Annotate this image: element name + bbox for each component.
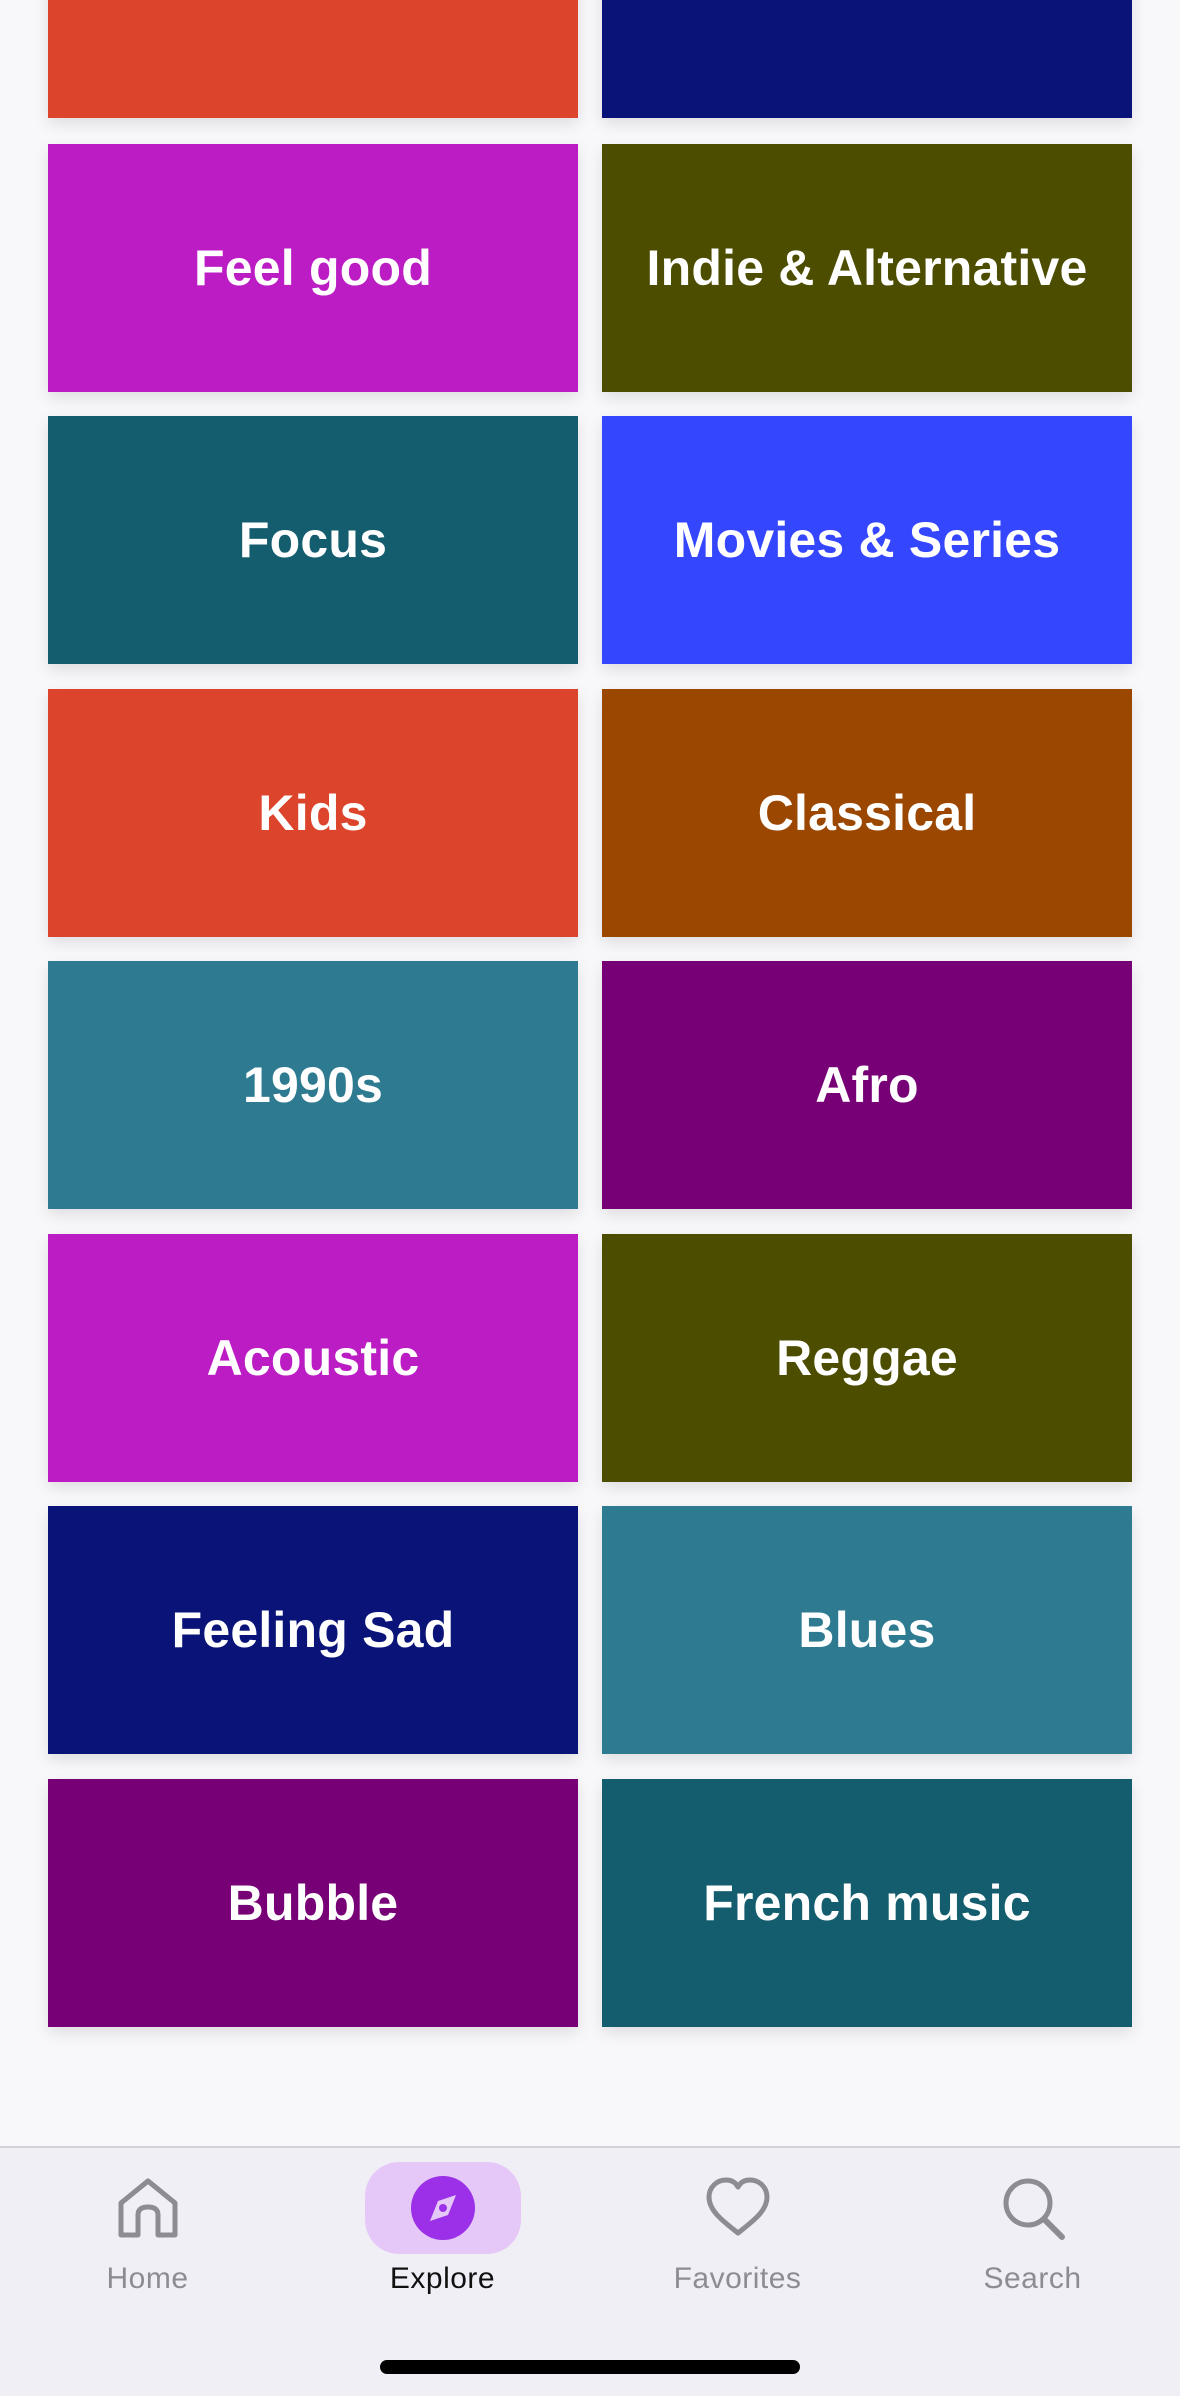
genre-tile-bubble[interactable]: Bubble [48,1779,578,2027]
genre-tile-label: Feel good [194,240,432,296]
genre-tile-feeling-sad[interactable]: Feeling Sad [48,1506,578,1754]
home-indicator [380,2360,800,2374]
genre-tile-french-music[interactable]: French music [602,1779,1132,2027]
genre-tile-label: Movies & Series [673,512,1061,568]
genre-tile-indie-alternative[interactable]: Indie & Alternative [602,144,1132,392]
genre-tile-acoustic[interactable]: Acoustic [48,1234,578,1482]
genre-tile-songwriter[interactable]: songwriter [602,0,1132,118]
heart-icon [706,2177,769,2236]
app-screen: 1980s songwriter Feel good Indie & Alter… [0,0,1180,2396]
tab-favorites[interactable]: Favorites [590,2148,885,2328]
bottom-tab-bar: Home Explore Favorites Search [0,2146,1180,2396]
tab-explore-icon-wrap [364,2162,521,2254]
tab-home-icon-wrap [70,2162,226,2254]
genre-tile-reggae[interactable]: Reggae [602,1234,1132,1482]
genre-tile-label: Feeling Sad [171,1602,455,1658]
genre-grid: 1980s songwriter Feel good Indie & Alter… [0,0,1180,2146]
tab-explore[interactable]: Explore [295,2148,590,2328]
genre-tile-movies-series[interactable]: Movies & Series [602,416,1132,664]
genre-tile-label: French music [703,1875,1031,1931]
genre-tile-label: Bubble [227,1875,399,1931]
genre-tile-classical[interactable]: Classical [602,689,1132,937]
genre-tile-label: Acoustic [206,1330,420,1386]
genre-tile-label: Classical [757,785,977,841]
tab-search-icon-wrap [955,2162,1111,2254]
tab-explore-label: Explore [389,2262,496,2295]
genre-tile-label: Reggae [776,1330,958,1386]
home-icon [118,2178,177,2238]
genre-tile-blues[interactable]: Blues [602,1506,1132,1754]
genre-tile-label: Afro [815,1057,919,1113]
genre-tile-label: Indie & Alternative [646,240,1088,296]
genre-tile-focus[interactable]: Focus [48,416,578,664]
search-icon [1003,2178,1065,2240]
genre-tile-label: Blues [798,1602,936,1658]
genre-tile-label: Focus [238,512,388,568]
genre-tile-feel-good[interactable]: Feel good [48,144,578,392]
compass-icon [410,2176,475,2240]
tab-search-label: Search [983,2262,1082,2295]
genre-tile-1980s[interactable]: 1980s [48,0,578,118]
genre-tile-1990s[interactable]: 1990s [48,961,578,1209]
genre-tile-kids[interactable]: Kids [48,689,578,937]
tab-favorites-label: Favorites [673,2262,802,2295]
tab-home[interactable]: Home [0,2148,295,2328]
genre-tile-label: 1990s [242,1057,384,1113]
tab-favorites-icon-wrap [660,2162,816,2254]
genre-tile-label: Kids [258,785,368,841]
tab-search[interactable]: Search [885,2148,1180,2328]
tab-home-label: Home [106,2262,189,2295]
genre-tile-afro[interactable]: Afro [602,961,1132,1209]
